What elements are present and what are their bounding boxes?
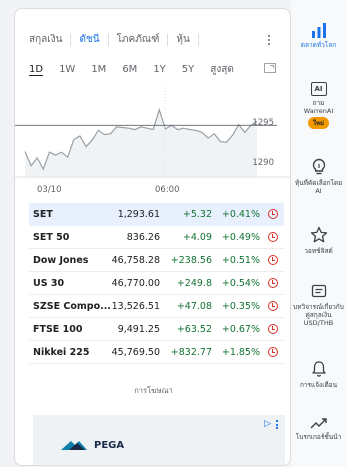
y-tick-label: 1295 bbox=[252, 118, 274, 128]
category-tabs: สกุลเงิน ดัชนี โภคภัณฑ์ หุ้น bbox=[29, 31, 280, 49]
trending-up-icon bbox=[310, 418, 327, 429]
market-hours-clock-icon[interactable] bbox=[268, 347, 278, 357]
index-table: SET 1,293.61 +5.32 +0.41% SET 50 836.26 +4.09 +… bbox=[29, 203, 284, 364]
market-hours-clock-icon[interactable] bbox=[268, 209, 278, 219]
index-name: SET bbox=[33, 208, 53, 220]
sidebar-item-watchlist[interactable]: วอทช์ลิสต์ bbox=[291, 226, 346, 255]
market-hours-clock-icon[interactable] bbox=[268, 301, 278, 311]
table-row[interactable]: Dow Jones 46,758.28 +238.56 +0.51% bbox=[29, 249, 284, 272]
sidebar-item-currency-review[interactable]: บทวิจารณ์เกี่ยวกับคู่สกุลเงิน USD/THB bbox=[291, 284, 346, 327]
market-hours-clock-icon[interactable] bbox=[268, 278, 278, 288]
index-price: 13,526.51 bbox=[111, 300, 160, 312]
pega-brand: PEGA bbox=[94, 439, 125, 451]
index-change: +63.52 bbox=[176, 323, 212, 335]
market-hours-clock-icon[interactable] bbox=[268, 324, 278, 334]
index-name: US 30 bbox=[33, 277, 65, 289]
sidebar-item-alerts[interactable]: การแจ้งเตือน bbox=[291, 360, 346, 389]
tab-commodities[interactable]: โภคภัณฑ์ bbox=[117, 34, 169, 46]
market-hours-clock-icon[interactable] bbox=[268, 232, 278, 242]
ai-chat-icon: AI bbox=[310, 82, 327, 96]
chart-svg bbox=[15, 85, 290, 178]
index-price: 836.26 bbox=[126, 231, 160, 243]
sidebar-label-markets: ตลาดทั่วโลก bbox=[300, 41, 337, 49]
sidebar-label-warren: ถาม WarrenAI bbox=[303, 99, 334, 115]
index-change: +4.09 bbox=[182, 231, 212, 243]
table-row[interactable]: SZSE Compo... 13,526.51 +47.08 +0.35% bbox=[29, 295, 284, 318]
index-name: Dow Jones bbox=[33, 254, 89, 266]
index-change-percent: +0.35% bbox=[221, 300, 260, 312]
ad-choices-icon[interactable]: ▷ bbox=[264, 419, 271, 429]
index-change: +238.56 bbox=[170, 254, 212, 266]
range-1w[interactable]: 1W bbox=[59, 64, 75, 75]
sidebar-item-markets[interactable]: ตลาดทั่วโลก bbox=[291, 22, 346, 49]
range-1d[interactable]: 1D bbox=[29, 64, 43, 75]
table-row[interactable]: SET 50 836.26 +4.09 +0.49% bbox=[29, 226, 284, 249]
index-name: SET 50 bbox=[33, 231, 70, 243]
index-change-percent: +0.67% bbox=[221, 323, 260, 335]
ad-menu-icon[interactable] bbox=[276, 420, 279, 429]
index-price: 45,769.50 bbox=[111, 346, 160, 358]
sidebar-label-currency-review: บทวิจารณ์เกี่ยวกับคู่สกุลเงิน USD/THB bbox=[293, 303, 344, 327]
index-change-percent: +0.51% bbox=[221, 254, 260, 266]
pega-logo: PEGA bbox=[61, 439, 124, 451]
table-row[interactable]: Nikkei 225 45,769.50 +832.77 +1.85% bbox=[29, 341, 284, 364]
sidebar-label-top-brokers: โบรกเกอร์ชั้นนำ bbox=[295, 433, 342, 441]
index-change-percent: +1.85% bbox=[221, 346, 260, 358]
range-5y[interactable]: 5Y bbox=[182, 64, 194, 75]
y-tick-label: 1290 bbox=[252, 158, 274, 168]
sidebar-item-ai-picks[interactable]: หุ้นที่คัดเลือกโดย AI bbox=[291, 158, 346, 195]
index-change: +832.77 bbox=[170, 346, 212, 358]
tab-currencies[interactable]: สกุลเงิน bbox=[29, 34, 72, 46]
index-chart: 1295 1290 03/10 06:00 bbox=[15, 81, 290, 199]
x-tick-label: 03/10 bbox=[37, 185, 62, 195]
tab-stocks[interactable]: หุ้น bbox=[176, 34, 199, 46]
expand-chart-icon[interactable] bbox=[264, 63, 276, 73]
index-price: 46,770.00 bbox=[111, 277, 160, 289]
time-range-selector: 1D 1W 1M 6M 1Y 5Y สูงสุด bbox=[29, 61, 280, 77]
page: สกุลเงิน ดัชนี โภคภัณฑ์ หุ้น 1D 1W 1M 6M… bbox=[0, 0, 346, 467]
index-change: +5.32 bbox=[182, 208, 212, 220]
right-sidebar: ตลาดทั่วโลก AI ถาม WarrenAI ใหม่ หุ้นที่… bbox=[291, 0, 346, 467]
lightbulb-icon bbox=[312, 158, 325, 175]
ad-label: การโฆษณา bbox=[134, 386, 173, 395]
index-price: 46,758.28 bbox=[111, 254, 160, 266]
index-change: +47.08 bbox=[176, 300, 212, 312]
sidebar-label-ai-picks: หุ้นที่คัดเลือกโดย AI bbox=[294, 179, 343, 195]
table-row[interactable]: SET 1,293.61 +5.32 +0.41% bbox=[29, 203, 284, 226]
index-change-percent: +0.49% bbox=[221, 231, 260, 243]
sidebar-item-warren-ai[interactable]: AI ถาม WarrenAI ใหม่ bbox=[291, 82, 346, 129]
range-6m[interactable]: 6M bbox=[122, 64, 137, 75]
star-icon bbox=[310, 226, 327, 243]
index-name: SZSE Compo... bbox=[33, 300, 111, 312]
pega-logo-mark bbox=[61, 441, 87, 450]
table-row[interactable]: US 30 46,770.00 +249.8 +0.54% bbox=[29, 272, 284, 295]
index-change: +249.8 bbox=[176, 277, 212, 289]
sidebar-label-alerts: การแจ้งเตือน bbox=[299, 381, 338, 389]
tab-indices[interactable]: ดัชนี bbox=[79, 34, 109, 46]
range-max[interactable]: สูงสุด bbox=[210, 62, 234, 77]
sidebar-item-top-brokers[interactable]: โบรกเกอร์ชั้นนำ bbox=[291, 416, 346, 441]
new-badge: ใหม่ bbox=[308, 117, 329, 129]
table-row[interactable]: FTSE 100 9,491.25 +63.52 +0.67% bbox=[29, 318, 284, 341]
index-name: Nikkei 225 bbox=[33, 346, 90, 358]
more-options-icon[interactable] bbox=[262, 31, 276, 49]
bell-icon bbox=[311, 361, 326, 377]
index-price: 1,293.61 bbox=[117, 208, 160, 220]
comment-icon bbox=[311, 284, 326, 298]
range-1m[interactable]: 1M bbox=[91, 64, 106, 75]
range-1y[interactable]: 1Y bbox=[153, 64, 165, 75]
index-change-percent: +0.41% bbox=[221, 208, 260, 220]
index-change-percent: +0.54% bbox=[221, 277, 260, 289]
markets-widget: สกุลเงิน ดัชนี โภคภัณฑ์ หุ้น 1D 1W 1M 6M… bbox=[14, 8, 291, 466]
bar-chart-icon bbox=[311, 23, 326, 38]
market-hours-clock-icon[interactable] bbox=[268, 255, 278, 265]
ad-banner[interactable]: ▷ PEGA bbox=[33, 415, 285, 465]
series-area bbox=[25, 109, 257, 177]
sidebar-label-watchlist: วอทช์ลิสต์ bbox=[304, 247, 333, 255]
index-price: 9,491.25 bbox=[117, 323, 160, 335]
index-name: FTSE 100 bbox=[33, 323, 83, 335]
x-tick-label: 06:00 bbox=[155, 185, 180, 195]
